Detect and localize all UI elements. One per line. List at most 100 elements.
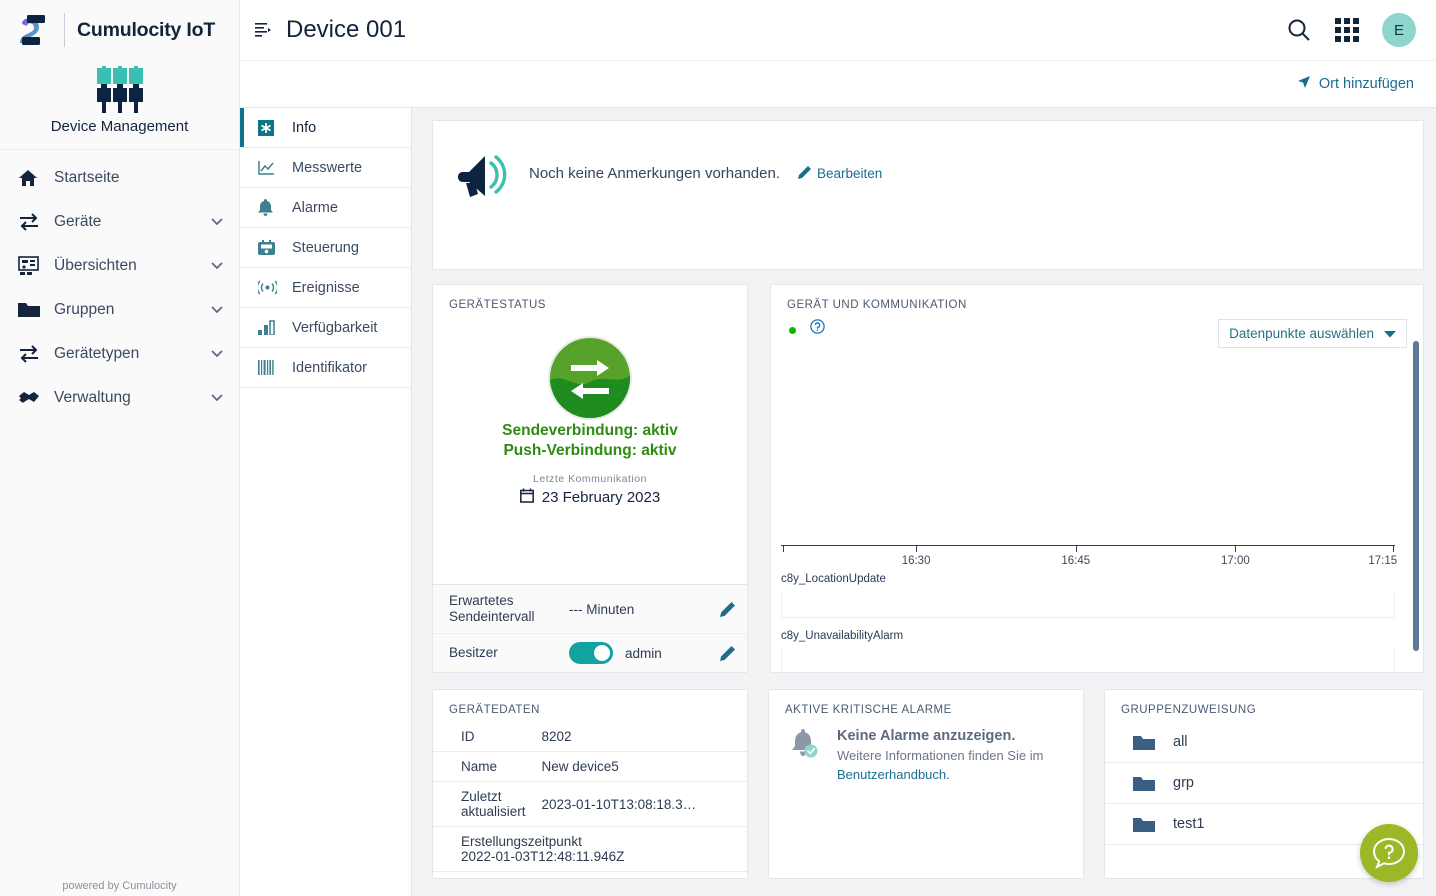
device-data-key: Zuletzt aktualisiert bbox=[433, 781, 534, 827]
sidebar-item-label: Gerätetypen bbox=[54, 345, 140, 362]
sidebar-item-verwaltung[interactable]: Verwaltung bbox=[0, 376, 239, 420]
group-assignment-title: Gruppenzuweisung bbox=[1121, 704, 1257, 716]
question-circle-icon[interactable] bbox=[810, 319, 825, 334]
app-title-block: Device Management bbox=[0, 60, 239, 150]
page-title: Device 001 bbox=[286, 16, 407, 43]
avatar-initial: E bbox=[1393, 21, 1404, 39]
barcode-icon bbox=[258, 360, 280, 375]
bottom-cards-row: Gerätedaten ID 8202 Name New device5 bbox=[432, 689, 1424, 879]
list-item[interactable]: all bbox=[1105, 722, 1423, 763]
search-icon[interactable] bbox=[1286, 17, 1312, 43]
communication-toolbar: Datenpunkte auswählen bbox=[771, 317, 1423, 348]
sidebar-item-label: Gruppen bbox=[54, 301, 115, 318]
critical-alarms-card: Aktive kritische Alarme bbox=[768, 689, 1084, 879]
datapoints-select[interactable]: Datenpunkte auswählen bbox=[1218, 319, 1407, 348]
app-switcher-grid-icon[interactable] bbox=[1334, 17, 1360, 43]
axis-tick bbox=[1235, 546, 1237, 552]
device-data-table: ID 8202 Name New device5 Zuletzt aktuali… bbox=[433, 722, 747, 872]
edit-expected-interval-button[interactable] bbox=[720, 601, 735, 617]
avatar[interactable]: E bbox=[1382, 13, 1416, 47]
critical-alarms-text-block: Keine Alarme anzuzeigen. Weitere Informa… bbox=[837, 728, 1067, 784]
sidebar-item-startseite[interactable]: Startseite bbox=[0, 156, 239, 200]
header-actions: E bbox=[1286, 13, 1416, 47]
bell-check-icon bbox=[792, 729, 818, 758]
device-data-key: Erstellungszeitpunkt bbox=[461, 834, 582, 849]
device-data-key: ID bbox=[433, 722, 534, 752]
chart-vertical-scrollbar[interactable] bbox=[1413, 341, 1419, 651]
measurements-chart-icon bbox=[258, 160, 280, 175]
handshake-icon bbox=[18, 390, 44, 406]
tab-label: Ereignisse bbox=[292, 279, 360, 296]
table-row: Name New device5 bbox=[433, 751, 747, 782]
axis-tick-label: 17:00 bbox=[1220, 555, 1250, 567]
sidebar-item-gruppen[interactable]: Gruppen bbox=[0, 288, 239, 332]
list-item[interactable]: grp bbox=[1105, 763, 1423, 804]
add-location-label: Ort hinzufügen bbox=[1318, 76, 1414, 92]
content-area: Noch keine Anmerkungen vorhanden. Bearbe… bbox=[412, 108, 1436, 896]
tab-info[interactable]: Info bbox=[240, 108, 411, 148]
sidebar-item-geraetetypen[interactable]: Gerätetypen bbox=[0, 332, 239, 376]
last-communication-value-row: 23 February 2023 bbox=[519, 488, 661, 507]
tab-alarme[interactable]: Alarme bbox=[240, 188, 411, 228]
device-types-transfer-icon bbox=[18, 344, 44, 364]
push-connection-status: Push-Verbindung: aktiv bbox=[503, 442, 677, 459]
tab-label: Info bbox=[292, 119, 317, 136]
chevron-down-icon bbox=[211, 349, 223, 360]
powered-by-label: powered by Cumulocity bbox=[62, 880, 177, 892]
table-row: Erstellungszeitpunkt 2022-01-03T12:48:11… bbox=[433, 826, 747, 872]
tab-steuerung[interactable]: Steuerung bbox=[240, 228, 411, 268]
expected-interval-label: Erwartetes Sendeintervall bbox=[449, 593, 535, 624]
last-communication-value: 23 February 2023 bbox=[541, 489, 661, 506]
edit-owner-button[interactable] bbox=[720, 645, 735, 661]
tab-ereignisse[interactable]: Ereignisse bbox=[240, 268, 411, 308]
device-status-body: Sendeverbindung: aktiv Push-Verbindung: … bbox=[433, 317, 747, 584]
chart-x-axis: 16:30 16:45 17:00 17:15 bbox=[781, 545, 1397, 567]
edit-notes-label: Bearbeiten bbox=[817, 166, 883, 181]
notes-banner-card: Noch keine Anmerkungen vorhanden. Bearbe… bbox=[432, 120, 1424, 270]
chevron-down-icon bbox=[211, 393, 223, 404]
sidebar-item-label: Verwaltung bbox=[54, 389, 131, 406]
tab-verfuegbarkeit[interactable]: Verfügbarkeit bbox=[240, 308, 411, 348]
no-alarms-heading: Keine Alarme anzuzeigen. bbox=[837, 728, 1016, 744]
user-guide-link[interactable]: Benutzerhandbuch. bbox=[837, 767, 950, 782]
no-alarms-text: Weitere Informationen finden Sie im bbox=[837, 748, 1044, 763]
owner-row: Besitzer admin bbox=[433, 634, 747, 672]
sidebar-menu: Startseite Geräte Übersichten Gruppen Ge… bbox=[0, 150, 239, 420]
tab-identifikator[interactable]: Identifikator bbox=[240, 348, 411, 388]
expected-interval-row: Erwartetes Sendeintervall --- Minuten bbox=[433, 585, 747, 634]
datapoints-select-label: Datenpunkte auswählen bbox=[1229, 326, 1374, 341]
devices-transfer-icon bbox=[18, 212, 44, 232]
device-status-footer: Erwartetes Sendeintervall --- Minuten Be… bbox=[433, 584, 747, 672]
tab-messwerte[interactable]: Messwerte bbox=[240, 148, 411, 188]
status-and-communication-row: Gerätestatus bbox=[432, 284, 1424, 673]
device-data-value: New device5 bbox=[533, 751, 747, 782]
table-row: ID 8202 bbox=[433, 722, 747, 752]
device-status-card: Gerätestatus bbox=[432, 284, 748, 673]
tab-label: Identifikator bbox=[292, 359, 367, 376]
notes-banner-text: Noch keine Anmerkungen vorhanden. Bearbe… bbox=[529, 151, 882, 182]
device-data-value: 2022-01-03T12:48:11.946Z bbox=[461, 849, 625, 864]
chevron-down-icon bbox=[211, 261, 223, 272]
no-alarms-description: Weitere Informationen finden Sie im Benu… bbox=[837, 746, 1067, 784]
last-communication-label: Letzte Kommunikation bbox=[533, 473, 647, 485]
series-label-unavailability-alarm: c8y_UnavailabilityAlarm bbox=[781, 630, 904, 642]
edit-notes-button[interactable]: Bearbeiten bbox=[798, 165, 883, 182]
sidebar-item-label: Übersichten bbox=[54, 257, 137, 274]
add-location-button[interactable]: Ort hinzufügen bbox=[1297, 75, 1414, 93]
sidebar-item-label: Geräte bbox=[54, 213, 102, 230]
table-row: Zuletzt aktualisiert 2023-01-10T13:08:18… bbox=[433, 781, 747, 827]
help-button[interactable] bbox=[1360, 824, 1418, 882]
axis-tick bbox=[1392, 546, 1394, 552]
sidebar-item-uebersichten[interactable]: Übersichten bbox=[0, 244, 239, 288]
tab-label: Messwerte bbox=[292, 159, 363, 176]
device-data-title: Gerätedaten bbox=[449, 704, 540, 716]
axis-tick-label: 16:30 bbox=[901, 555, 931, 567]
calendar-icon bbox=[519, 488, 534, 507]
top-header: Device 001 E bbox=[240, 0, 1436, 60]
owner-toggle[interactable] bbox=[569, 642, 613, 664]
megaphone-icon bbox=[458, 155, 507, 197]
tab-label: Alarme bbox=[292, 199, 338, 216]
info-asterisk-icon bbox=[258, 119, 280, 136]
sidebar-item-geraete[interactable]: Geräte bbox=[0, 200, 239, 244]
folder-icon bbox=[1133, 734, 1155, 751]
